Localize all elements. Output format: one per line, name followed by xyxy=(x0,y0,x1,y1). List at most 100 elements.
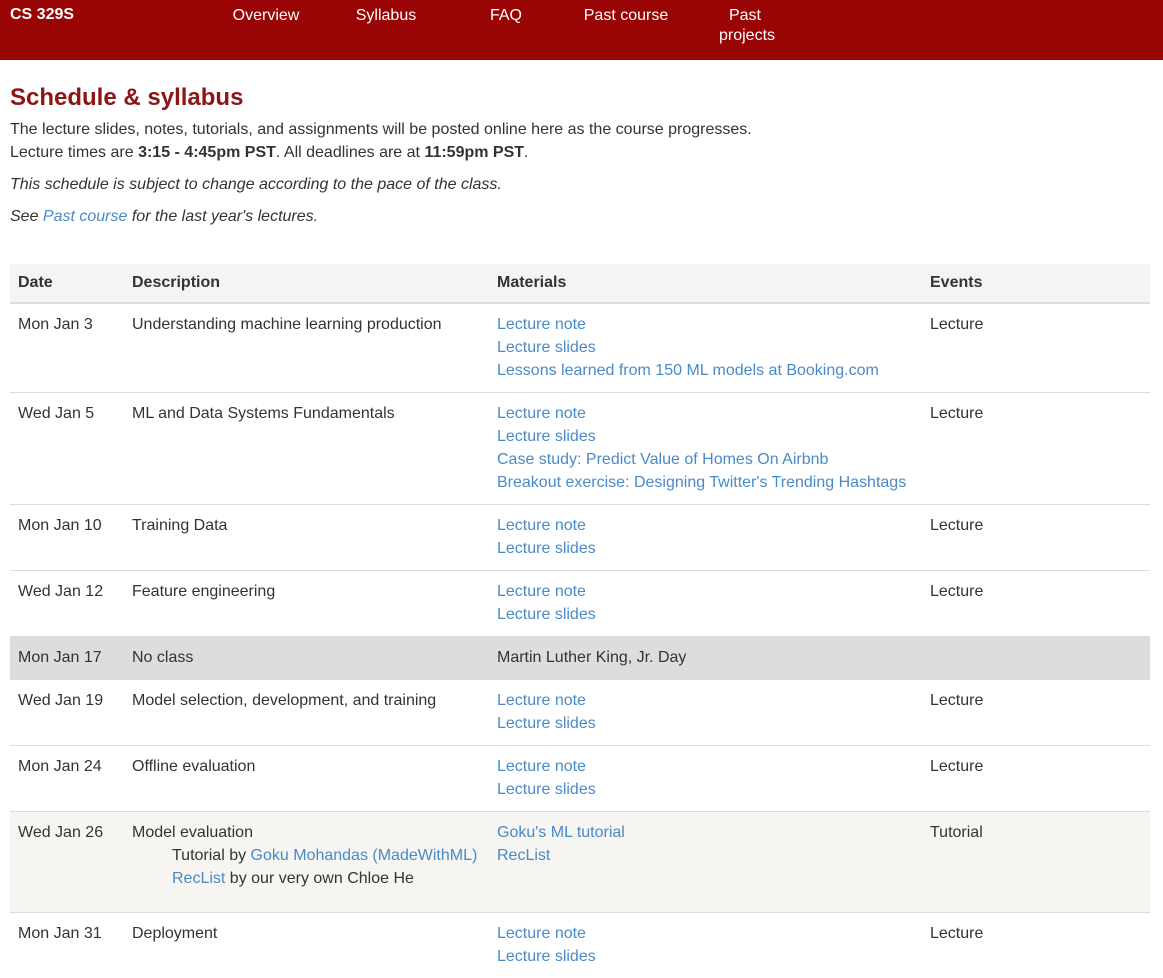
nav-overview[interactable]: Overview xyxy=(216,6,316,26)
material-link[interactable]: Lecture note xyxy=(497,514,914,537)
row-description-cell: No class xyxy=(124,637,489,680)
row-event xyxy=(922,637,1150,680)
row-description: Model selection, development, and traini… xyxy=(132,692,436,709)
nav-syllabus[interactable]: Syllabus xyxy=(336,6,436,26)
material-link[interactable]: Case study: Predict Value of Homes On Ai… xyxy=(497,448,914,471)
tutorial-credit: Tutorial by Goku Mohandas (MadeWithML) xyxy=(132,844,481,867)
row-description-cell: ML and Data Systems Fundamentals xyxy=(124,393,489,505)
material-link[interactable]: Breakout exercise: Designing Twitter's T… xyxy=(497,471,914,494)
row-date: Mon Jan 24 xyxy=(10,746,124,812)
row-description: Model evaluation xyxy=(132,824,253,841)
row-description-cell: Deployment xyxy=(124,913,489,978)
row-materials: Lecture noteLecture slides xyxy=(489,913,922,978)
schedule-table: Date Description Materials Events Mon Ja… xyxy=(10,264,1150,978)
table-row: Wed Jan 5 ML and Data Systems Fundamental… xyxy=(10,393,1150,505)
header-materials: Materials xyxy=(489,264,922,303)
row-description-cell: Training Data xyxy=(124,505,489,571)
holiday-note: Martin Luther King, Jr. Day xyxy=(497,649,686,666)
past-course-link[interactable]: Past course xyxy=(43,208,127,225)
material-link[interactable]: Lecture note xyxy=(497,313,914,336)
material-link[interactable]: Lecture note xyxy=(497,755,914,778)
intro-text: The lecture slides, notes, tutorials, an… xyxy=(10,118,1153,141)
nav-past-projects[interactable]: Past projects xyxy=(695,6,795,46)
row-date: Mon Jan 31 xyxy=(10,913,124,978)
nav-past-course[interactable]: Past course xyxy=(576,6,676,26)
row-date: Wed Jan 19 xyxy=(10,680,124,746)
row-materials: Lecture noteLecture slidesLessons learne… xyxy=(489,303,922,393)
material-link[interactable]: Lecture slides xyxy=(497,336,914,359)
material-link[interactable]: Goku's ML tutorial xyxy=(497,821,914,844)
row-materials: Goku's ML tutorialRecList xyxy=(489,812,922,913)
see-past-course-text: See Past course for the last year's lect… xyxy=(10,205,1153,228)
reclist-credit: RecList by our very own Chloe He xyxy=(132,867,481,890)
row-description: Understanding machine learning productio… xyxy=(132,316,442,333)
table-row: Mon Jan 31 Deployment Lecture noteLecture … xyxy=(10,913,1150,978)
row-description: No class xyxy=(132,649,193,666)
table-row: Wed Jan 26 Model evaluation Tutorial by Go… xyxy=(10,812,1150,913)
row-date: Wed Jan 26 xyxy=(10,812,124,913)
page-title: Schedule & syllabus xyxy=(10,84,1153,112)
row-description: Offline evaluation xyxy=(132,758,255,775)
row-description-cell: Model evaluation Tutorial by Goku Mohanda… xyxy=(124,812,489,913)
row-event: Lecture xyxy=(922,746,1150,812)
row-date: Mon Jan 3 xyxy=(10,303,124,393)
table-row: Wed Jan 19 Model selection, development, … xyxy=(10,680,1150,746)
material-link[interactable]: Lecture slides xyxy=(497,945,914,968)
material-link[interactable]: Lecture slides xyxy=(497,537,914,560)
row-event: Tutorial xyxy=(922,812,1150,913)
header-events: Events xyxy=(922,264,1150,303)
row-materials: Lecture noteLecture slidesCase study: Pr… xyxy=(489,393,922,505)
table-row: Mon Jan 24 Offline evaluation Lecture note… xyxy=(10,746,1150,812)
reclist-credit-link[interactable]: RecList xyxy=(172,870,225,887)
material-link[interactable]: Lecture slides xyxy=(497,603,914,626)
top-navbar: CS 329S Overview Syllabus FAQ Past cours… xyxy=(0,0,1163,60)
row-description: Feature engineering xyxy=(132,583,275,600)
times-text: Lecture times are 3:15 - 4:45pm PST. All… xyxy=(10,141,1153,164)
material-link[interactable]: RecList xyxy=(497,844,914,867)
nav-faq[interactable]: FAQ xyxy=(456,6,556,26)
goku-mohandas-link[interactable]: Goku Mohandas (MadeWithML) xyxy=(251,847,478,864)
table-header-row: Date Description Materials Events xyxy=(10,264,1150,303)
row-date: Mon Jan 10 xyxy=(10,505,124,571)
row-description: Training Data xyxy=(132,517,227,534)
table-row: Mon Jan 10Training DataLecture noteLectu… xyxy=(10,505,1150,571)
table-row: Wed Jan 12 Feature engineering Lecture not… xyxy=(10,571,1150,637)
material-link[interactable]: Lecture note xyxy=(497,922,914,945)
main-content: Schedule & syllabus The lecture slides, … xyxy=(0,84,1163,978)
row-event: Lecture xyxy=(922,303,1150,393)
row-event: Lecture xyxy=(922,571,1150,637)
row-date: Wed Jan 5 xyxy=(10,393,124,505)
lecture-time: 3:15 - 4:45pm PST xyxy=(138,144,276,161)
table-row: Mon Jan 3 Understanding machine learning … xyxy=(10,303,1150,393)
material-link[interactable]: Lecture note xyxy=(497,689,914,712)
material-link[interactable]: Lecture slides xyxy=(497,425,914,448)
row-materials: Lecture noteLecture slides xyxy=(489,505,922,571)
table-row: Mon Jan 17 No class Martin Luther King, Jr… xyxy=(10,637,1150,680)
row-materials: Martin Luther King, Jr. Day xyxy=(489,637,922,680)
material-link[interactable]: Lessons learned from 150 ML models at Bo… xyxy=(497,359,914,382)
row-description-cell: Model selection, development, and traini… xyxy=(124,680,489,746)
row-description-cell: Feature engineering xyxy=(124,571,489,637)
row-event: Lecture xyxy=(922,393,1150,505)
material-link[interactable]: Lecture note xyxy=(497,402,914,425)
row-description: Deployment xyxy=(132,925,217,942)
header-description: Description xyxy=(124,264,489,303)
material-link[interactable]: Lecture slides xyxy=(497,778,914,801)
row-event: Lecture xyxy=(922,505,1150,571)
row-materials: Lecture noteLecture slides xyxy=(489,571,922,637)
row-event: Lecture xyxy=(922,680,1150,746)
row-materials: Lecture noteLecture slides xyxy=(489,680,922,746)
disclaimer-text: This schedule is subject to change accor… xyxy=(10,173,1153,196)
row-description: ML and Data Systems Fundamentals xyxy=(132,405,395,422)
material-link[interactable]: Lecture note xyxy=(497,580,914,603)
row-materials: Lecture noteLecture slides xyxy=(489,746,922,812)
deadline-time: 11:59pm PST xyxy=(424,144,524,161)
row-description-cell: Offline evaluation xyxy=(124,746,489,812)
row-date: Mon Jan 17 xyxy=(10,637,124,680)
row-date: Wed Jan 12 xyxy=(10,571,124,637)
row-description-cell: Understanding machine learning productio… xyxy=(124,303,489,393)
material-link[interactable]: Lecture slides xyxy=(497,712,914,735)
brand-link[interactable]: CS 329S xyxy=(10,6,74,24)
row-event: Lecture xyxy=(922,913,1150,978)
header-date: Date xyxy=(10,264,124,303)
